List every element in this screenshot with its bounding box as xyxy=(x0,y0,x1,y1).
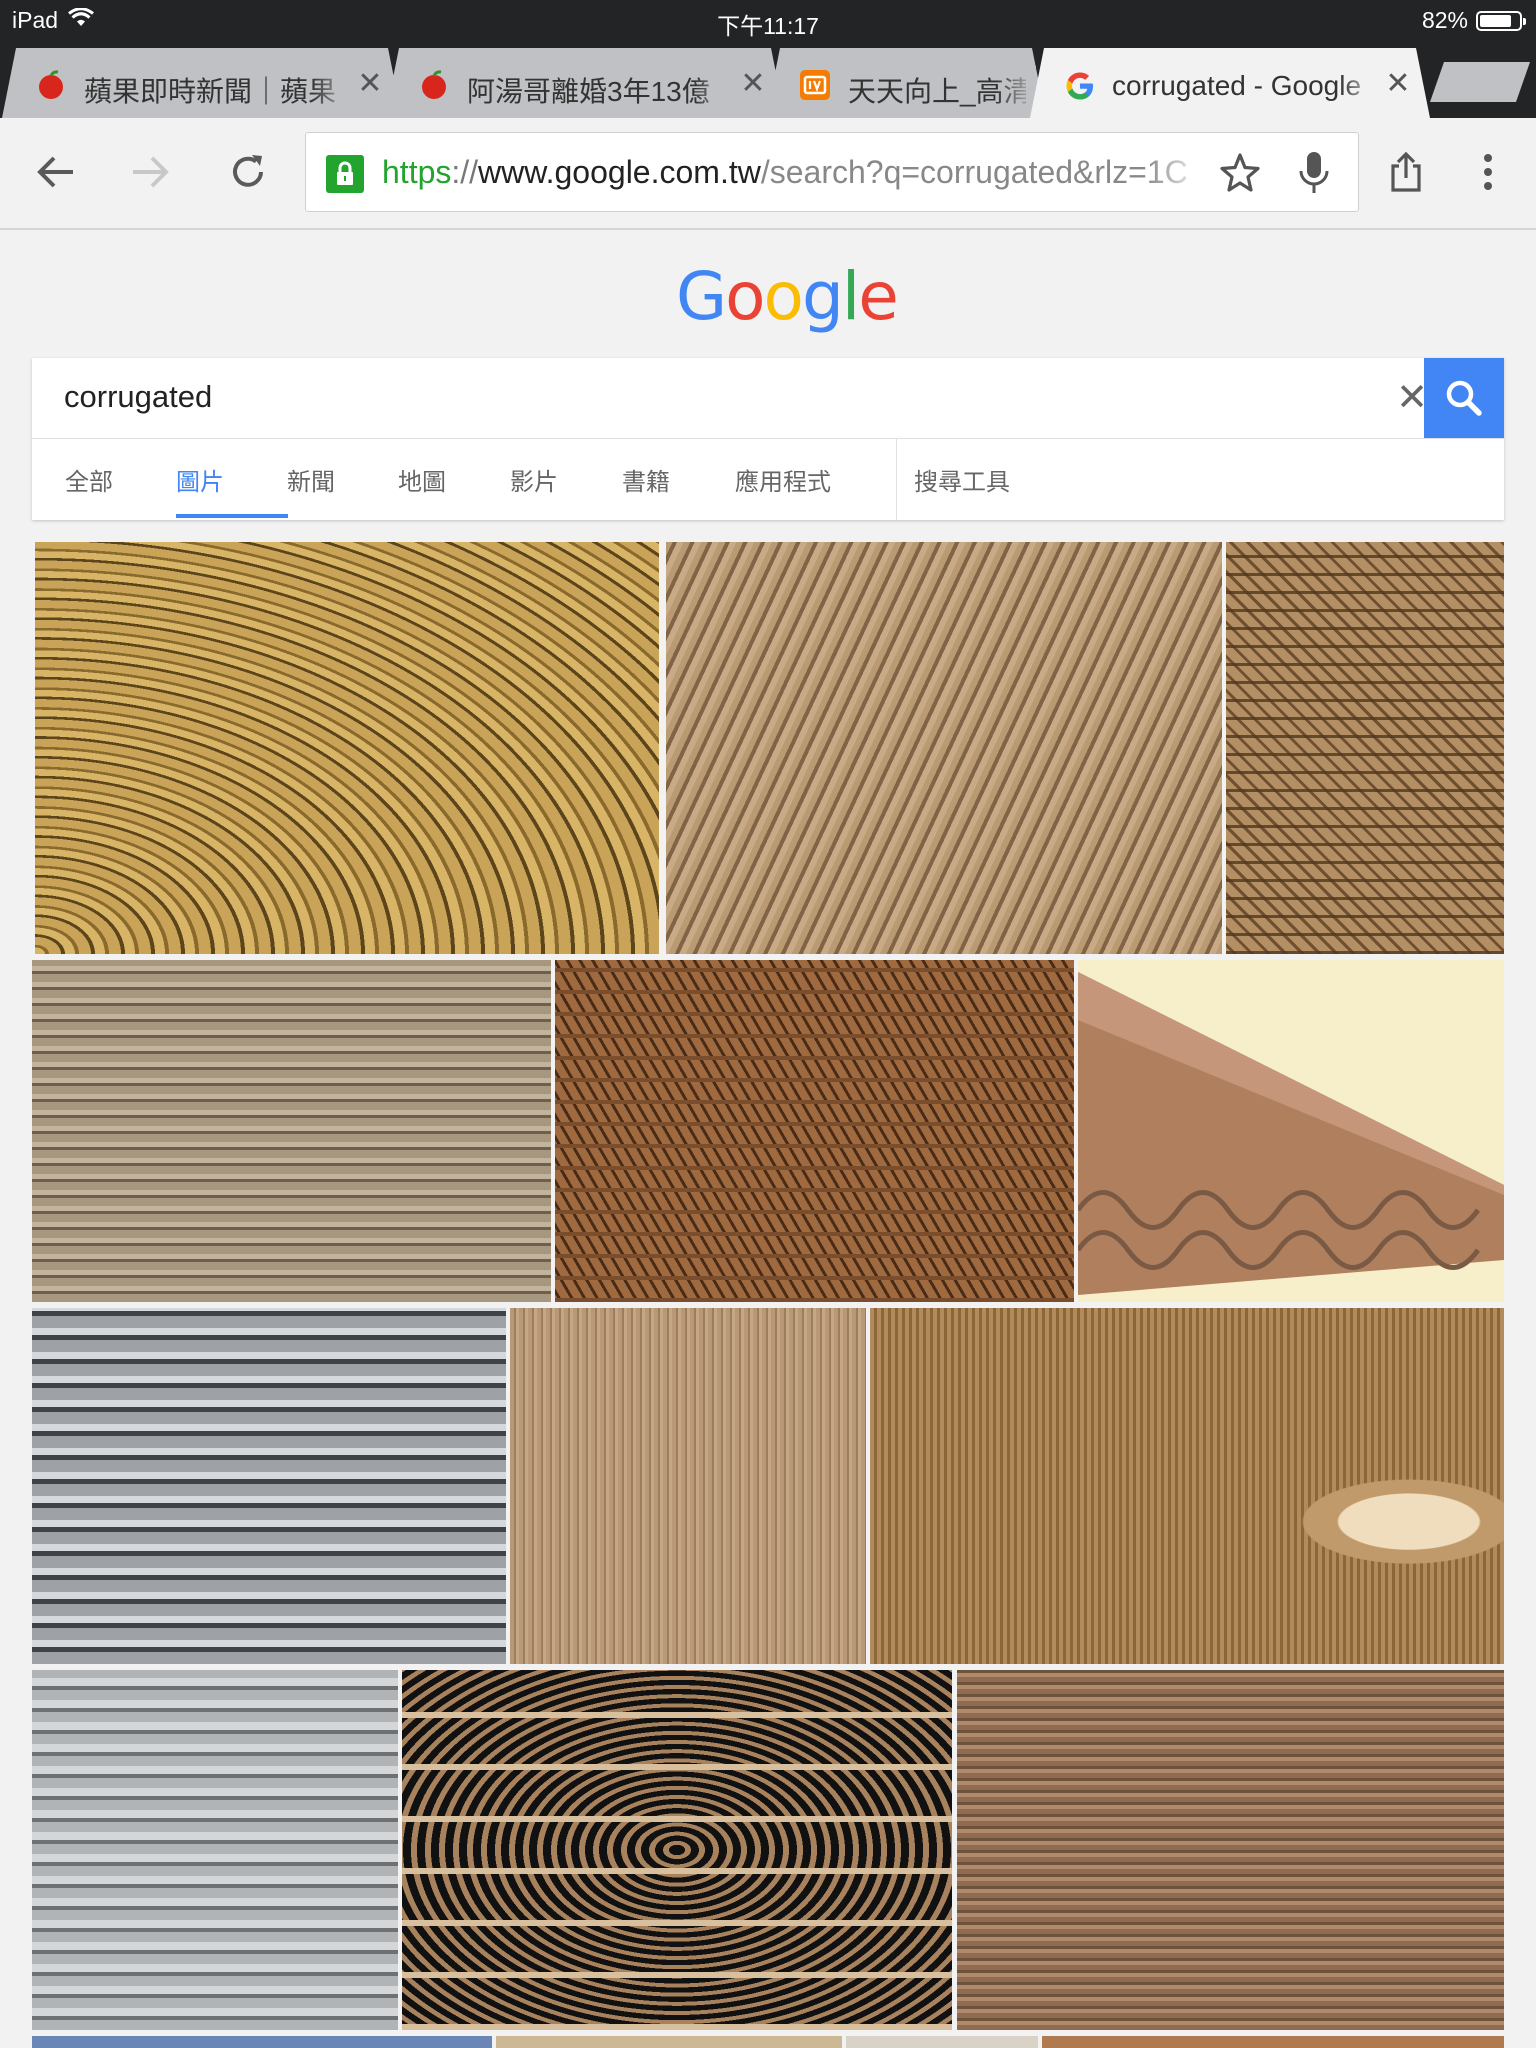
image-result[interactable] xyxy=(1042,2036,1504,2048)
search-card: corrugated ✕ 全部 圖片 新聞 地圖 影片 書籍 應用程式 搜尋工具 xyxy=(32,358,1504,520)
url-host: www.google.com.tw xyxy=(478,154,761,190)
url-scheme: https xyxy=(382,154,452,190)
tab-images[interactable]: 圖片 xyxy=(176,462,224,497)
back-arrow-icon xyxy=(37,156,73,188)
toolbar: https://www.google.com.tw/search?q=corru… xyxy=(0,118,1536,230)
search-tools-button[interactable]: 搜尋工具 xyxy=(914,462,1010,497)
url-separator: :// xyxy=(451,154,479,190)
image-result[interactable] xyxy=(32,2036,492,2048)
image-result[interactable] xyxy=(32,960,551,1302)
logo-letter: g xyxy=(801,258,844,335)
reload-button[interactable] xyxy=(218,142,278,202)
url-path: /search?q=corrugated&rlz=1C xyxy=(760,154,1188,190)
active-tab-indicator xyxy=(176,514,288,518)
battery-percent: 82% xyxy=(1421,7,1468,33)
image-result[interactable] xyxy=(35,542,659,954)
logo-letter: G xyxy=(676,258,727,335)
apple-icon xyxy=(36,70,66,100)
close-icon[interactable]: ✕ xyxy=(1384,69,1412,99)
image-result[interactable] xyxy=(870,1308,1504,1664)
tab-apps[interactable]: 應用程式 xyxy=(735,462,831,497)
google-g-icon xyxy=(1064,70,1094,100)
image-result[interactable] xyxy=(957,1670,1504,2030)
microphone-icon[interactable] xyxy=(1292,149,1336,197)
more-vert-icon xyxy=(1484,154,1492,190)
browser-tab[interactable]: 天天向上_高清 xyxy=(766,48,1046,118)
reload-icon xyxy=(233,155,263,187)
logo-letter: e xyxy=(858,258,899,335)
share-button[interactable] xyxy=(1376,142,1436,202)
status-bar: iPad 下午11:17 82% xyxy=(0,0,1536,40)
tab-videos[interactable]: 影片 xyxy=(510,462,558,497)
image-result[interactable] xyxy=(496,2036,842,2048)
search-button[interactable] xyxy=(1424,358,1504,438)
logo-letter: o xyxy=(725,258,765,335)
image-result[interactable] xyxy=(32,1670,398,2030)
lock-icon xyxy=(326,155,364,193)
battery-icon xyxy=(1476,10,1526,31)
new-tab-button[interactable] xyxy=(1430,62,1530,102)
share-icon xyxy=(1391,151,1421,192)
forward-button[interactable] xyxy=(120,142,180,202)
forward-arrow-icon xyxy=(133,156,169,188)
tab-books[interactable]: 書籍 xyxy=(622,462,670,497)
url-text: https://www.google.com.tw/search?q=corru… xyxy=(382,154,1202,191)
tab-strip: 蘋果即時新聞｜蘋果 ✕ 阿湯哥離婚3年13億 ✕ 天天向上_高清 corruga… xyxy=(0,40,1536,118)
image-result[interactable] xyxy=(1078,960,1504,1302)
image-result[interactable] xyxy=(1226,542,1504,954)
image-result[interactable] xyxy=(402,1670,952,2030)
tab-maps[interactable]: 地圖 xyxy=(398,462,446,497)
browser-tab[interactable]: 阿湯哥離婚3年13億 ✕ xyxy=(385,48,785,118)
tab-title: 阿湯哥離婚3年13億 xyxy=(467,76,710,107)
browser-tab-active[interactable]: corrugated - Google ✕ xyxy=(1030,48,1430,118)
bookmark-star-icon[interactable] xyxy=(1218,151,1262,195)
menu-button[interactable] xyxy=(1458,142,1518,202)
logo-letter: o xyxy=(763,258,804,335)
tab-news[interactable]: 新聞 xyxy=(287,462,335,497)
google-logo[interactable]: Google xyxy=(676,258,899,335)
video-app-icon xyxy=(800,70,830,100)
close-icon[interactable]: ✕ xyxy=(739,69,767,99)
image-result[interactable] xyxy=(555,960,1074,1302)
image-result[interactable] xyxy=(666,542,1222,954)
tab-title: 蘋果即時新聞｜蘋果 xyxy=(84,76,337,107)
search-input[interactable]: corrugated xyxy=(64,358,1424,436)
back-button[interactable] xyxy=(26,142,86,202)
image-result[interactable] xyxy=(32,1308,506,1664)
browser-tab[interactable]: 蘋果即時新聞｜蘋果 ✕ xyxy=(2,48,402,118)
image-result[interactable] xyxy=(510,1308,866,1664)
tab-title: corrugated - Google xyxy=(1112,70,1362,101)
tab-all[interactable]: 全部 xyxy=(65,462,113,497)
logo-letter: l xyxy=(841,258,860,335)
image-result[interactable] xyxy=(846,2036,1038,2048)
clock: 下午11:17 xyxy=(717,13,819,39)
address-bar[interactable]: https://www.google.com.tw/search?q=corru… xyxy=(305,132,1359,212)
search-icon xyxy=(1446,380,1482,416)
apple-icon xyxy=(419,70,449,100)
close-icon[interactable]: ✕ xyxy=(356,69,384,99)
